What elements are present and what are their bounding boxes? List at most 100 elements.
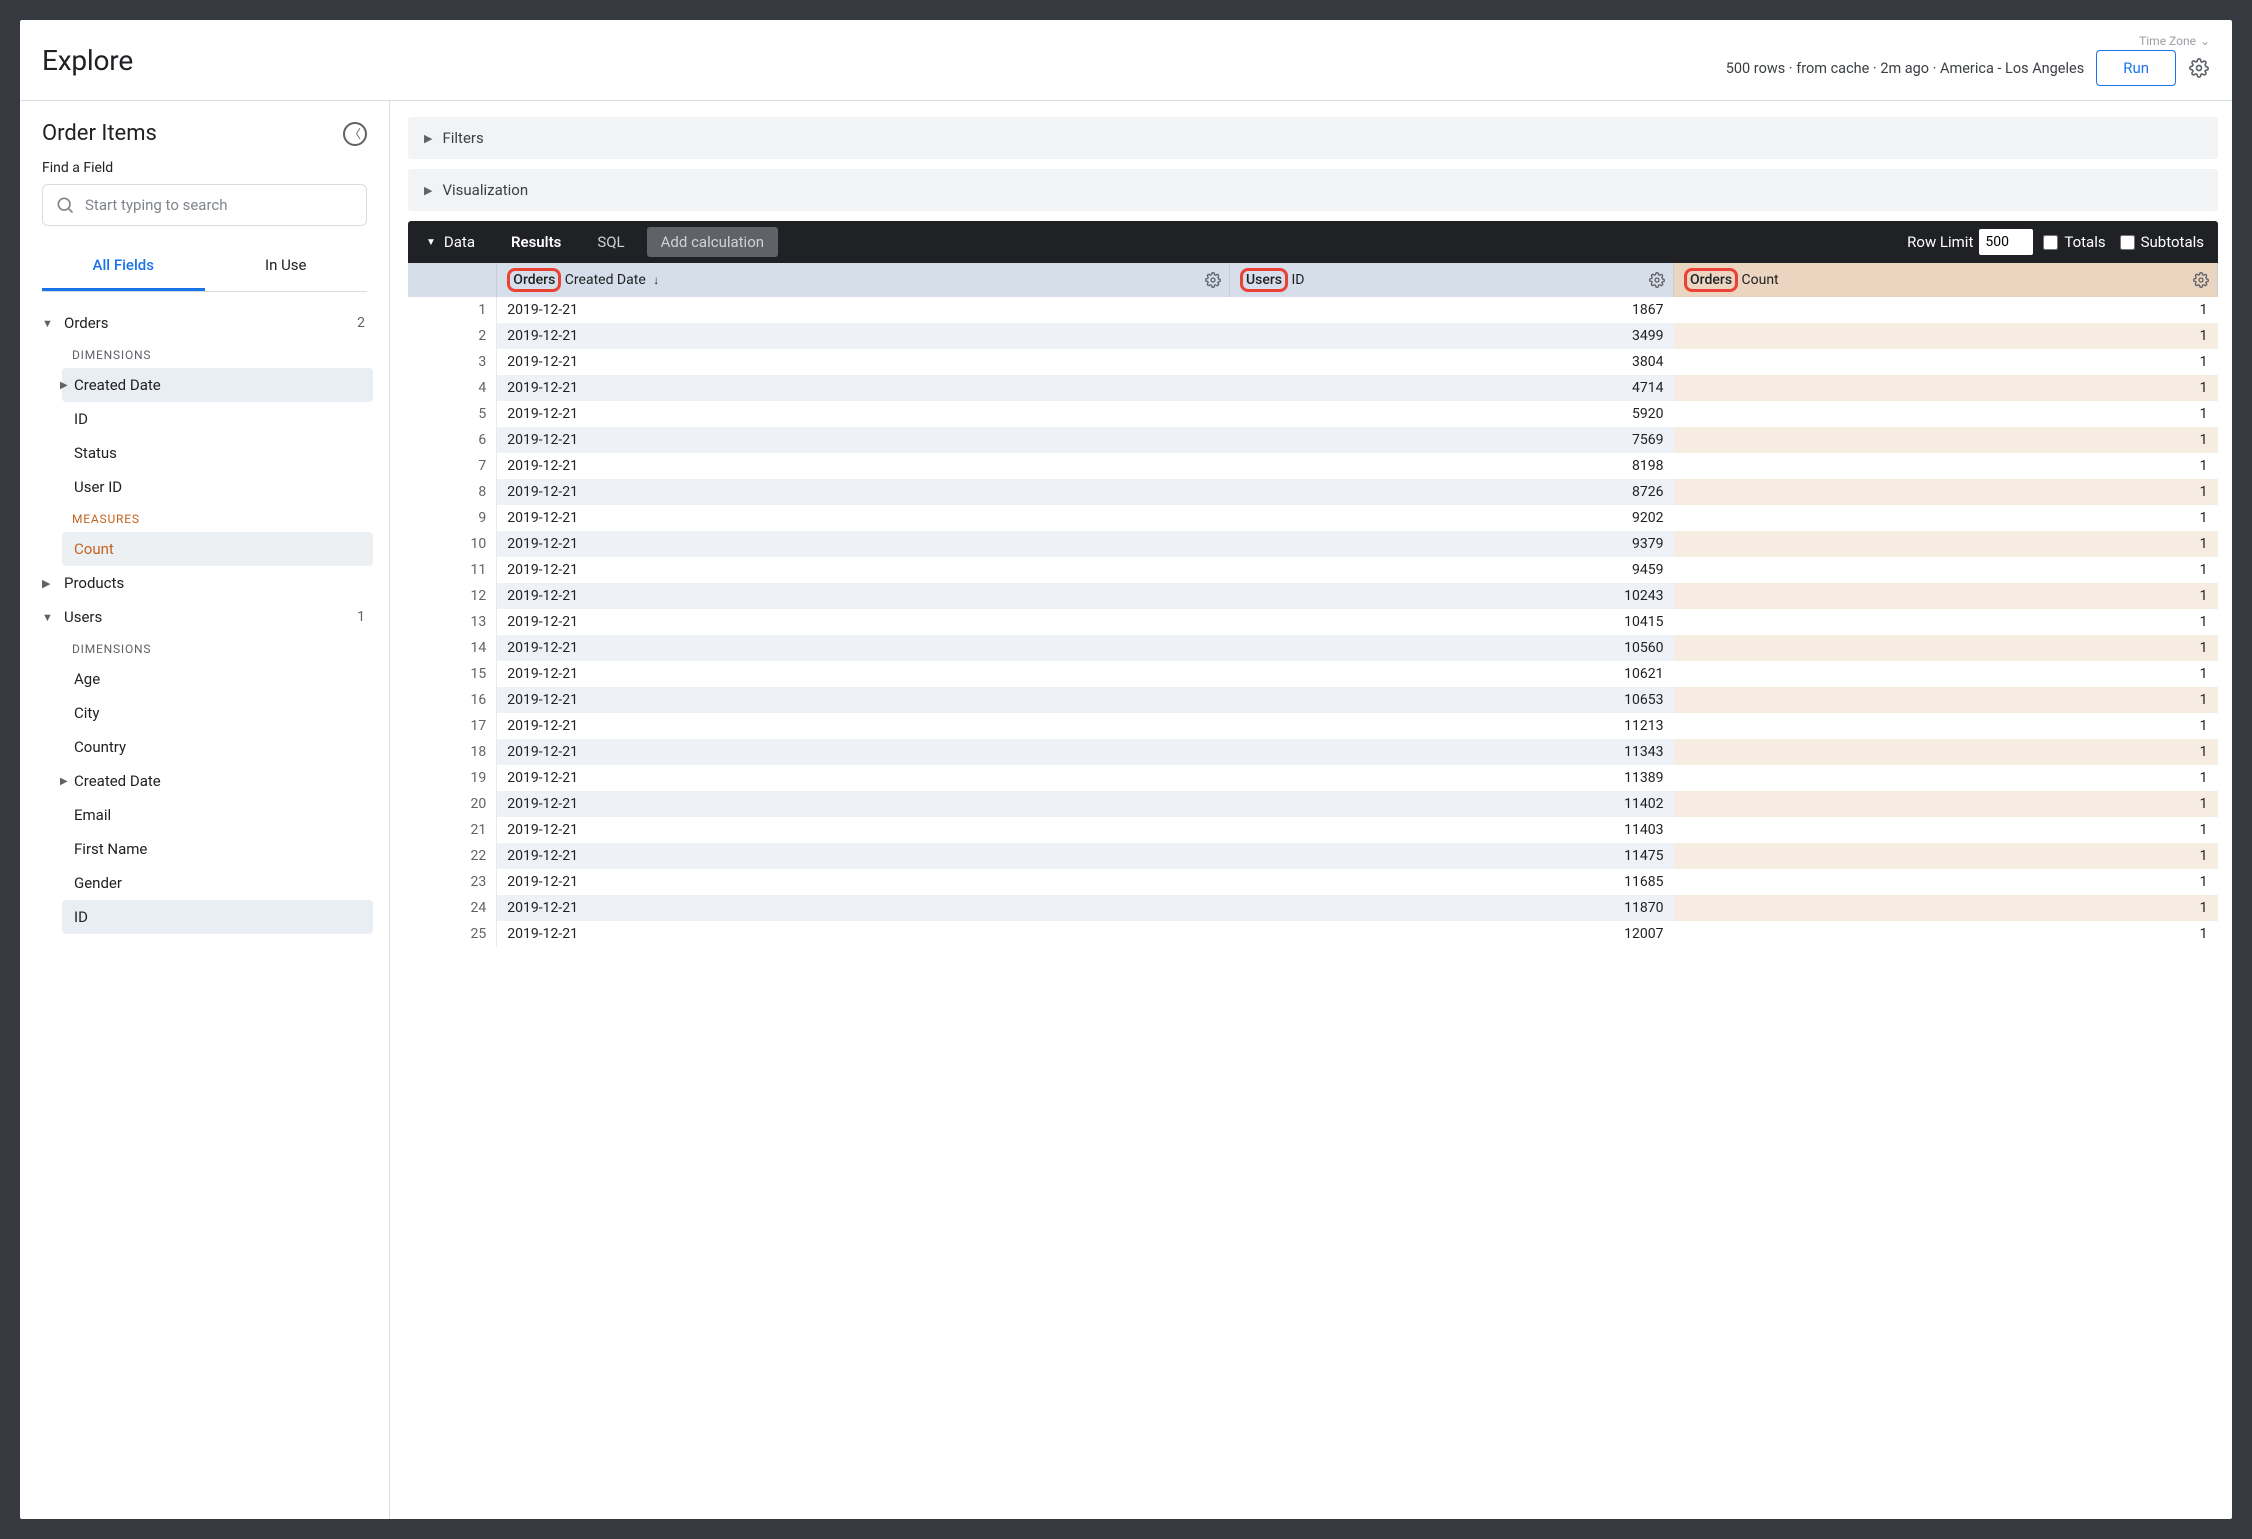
cell[interactable]: 11685	[1229, 869, 1673, 895]
cell[interactable]: 1	[1674, 791, 2218, 817]
cell[interactable]: 9379	[1229, 531, 1673, 557]
cell[interactable]: 2019-12-21	[497, 635, 1230, 661]
collapse-panel-button[interactable]: 〈	[343, 122, 367, 146]
tab-in-use[interactable]: In Use	[205, 244, 368, 291]
cell[interactable]: 7569	[1229, 427, 1673, 453]
cell[interactable]: 9202	[1229, 505, 1673, 531]
cell[interactable]: 1	[1674, 765, 2218, 791]
visualization-section[interactable]: ▶ Visualization	[408, 169, 2218, 211]
table-row[interactable]: 122019-12-21102431	[408, 583, 2218, 609]
cell[interactable]: 2019-12-21	[497, 479, 1230, 505]
field-status[interactable]: Status	[62, 436, 373, 470]
column-header-orders-created-date[interactable]: Orders Created Date ↓	[497, 263, 1230, 297]
table-row[interactable]: 132019-12-21104151	[408, 609, 2218, 635]
cell[interactable]: 5920	[1229, 401, 1673, 427]
cell[interactable]: 1	[1674, 713, 2218, 739]
field-created-date[interactable]: ▶Created Date	[62, 764, 373, 798]
table-row[interactable]: 202019-12-21114021	[408, 791, 2218, 817]
cell[interactable]: 2019-12-21	[497, 609, 1230, 635]
cell[interactable]: 2019-12-21	[497, 661, 1230, 687]
field-gender[interactable]: Gender	[62, 866, 373, 900]
run-button[interactable]: Run	[2096, 50, 2176, 86]
subtotals-toggle[interactable]: Subtotals	[2120, 233, 2204, 251]
field-city[interactable]: City	[62, 696, 373, 730]
field-list[interactable]: ▼Orders2DIMENSIONS▶Created DateIDStatusU…	[20, 302, 389, 1519]
cell[interactable]: 10621	[1229, 661, 1673, 687]
cell[interactable]: 1	[1674, 843, 2218, 869]
cell[interactable]: 1	[1674, 557, 2218, 583]
cell[interactable]: 2019-12-21	[497, 401, 1230, 427]
field-user-id[interactable]: User ID	[62, 470, 373, 504]
table-row[interactable]: 242019-12-21118701	[408, 895, 2218, 921]
totals-checkbox[interactable]	[2043, 235, 2058, 250]
field-first-name[interactable]: First Name	[62, 832, 373, 866]
field-id[interactable]: ID	[62, 900, 373, 934]
cell[interactable]: 2019-12-21	[497, 297, 1230, 323]
cell[interactable]: 2019-12-21	[497, 921, 1230, 947]
cell[interactable]: 11870	[1229, 895, 1673, 921]
cell[interactable]: 1	[1674, 609, 2218, 635]
cell[interactable]: 11403	[1229, 817, 1673, 843]
table-row[interactable]: 212019-12-21114031	[408, 817, 2218, 843]
group-users[interactable]: ▼Users1	[20, 600, 383, 634]
column-menu-button[interactable]	[2193, 272, 2209, 288]
cell[interactable]: 1	[1674, 401, 2218, 427]
field-created-date[interactable]: ▶Created Date	[62, 368, 373, 402]
search-field-wrapper[interactable]	[42, 184, 367, 226]
table-row[interactable]: 172019-12-21112131	[408, 713, 2218, 739]
table-row[interactable]: 32019-12-2138041	[408, 349, 2218, 375]
cell[interactable]: 2019-12-21	[497, 869, 1230, 895]
cell[interactable]: 2019-12-21	[497, 843, 1230, 869]
cell[interactable]: 2019-12-21	[497, 791, 1230, 817]
field-id[interactable]: ID	[62, 402, 373, 436]
cell[interactable]: 1	[1674, 505, 2218, 531]
cell[interactable]: 2019-12-21	[497, 583, 1230, 609]
cell[interactable]: 11475	[1229, 843, 1673, 869]
cell[interactable]: 2019-12-21	[497, 349, 1230, 375]
cell[interactable]: 1	[1674, 687, 2218, 713]
cell[interactable]: 11343	[1229, 739, 1673, 765]
cell[interactable]: 1	[1674, 921, 2218, 947]
cell[interactable]: 11389	[1229, 765, 1673, 791]
column-header-users-id[interactable]: Users ID	[1229, 263, 1673, 297]
table-row[interactable]: 142019-12-21105601	[408, 635, 2218, 661]
cell[interactable]: 2019-12-21	[497, 375, 1230, 401]
cell[interactable]: 1	[1674, 869, 2218, 895]
cell[interactable]: 2019-12-21	[497, 895, 1230, 921]
cell[interactable]: 3499	[1229, 323, 1673, 349]
cell[interactable]: 8726	[1229, 479, 1673, 505]
cell[interactable]: 12007	[1229, 921, 1673, 947]
cell[interactable]: 1	[1674, 297, 2218, 323]
field-email[interactable]: Email	[62, 798, 373, 832]
cell[interactable]: 11213	[1229, 713, 1673, 739]
column-menu-button[interactable]	[1649, 272, 1665, 288]
data-section-toggle[interactable]: ▼ Data	[408, 221, 493, 263]
table-row[interactable]: 222019-12-21114751	[408, 843, 2218, 869]
cell[interactable]: 1	[1674, 427, 2218, 453]
cell[interactable]: 1	[1674, 349, 2218, 375]
cell[interactable]: 1	[1674, 739, 2218, 765]
search-input[interactable]	[85, 196, 354, 214]
cell[interactable]: 2019-12-21	[497, 453, 1230, 479]
table-row[interactable]: 252019-12-21120071	[408, 921, 2218, 947]
cell[interactable]: 2019-12-21	[497, 531, 1230, 557]
cell[interactable]: 1867	[1229, 297, 1673, 323]
group-orders[interactable]: ▼Orders2	[20, 306, 383, 340]
tab-all-fields[interactable]: All Fields	[42, 244, 205, 291]
table-row[interactable]: 42019-12-2147141	[408, 375, 2218, 401]
cell[interactable]: 1	[1674, 635, 2218, 661]
table-row[interactable]: 182019-12-21113431	[408, 739, 2218, 765]
table-row[interactable]: 12019-12-2118671	[408, 297, 2218, 323]
table-row[interactable]: 112019-12-2194591	[408, 557, 2218, 583]
cell[interactable]: 1	[1674, 453, 2218, 479]
cell[interactable]: 1	[1674, 479, 2218, 505]
cell[interactable]: 2019-12-21	[497, 505, 1230, 531]
column-menu-button[interactable]	[1205, 272, 1221, 288]
group-products[interactable]: ▶Products	[20, 566, 383, 600]
cell[interactable]: 2019-12-21	[497, 713, 1230, 739]
table-row[interactable]: 152019-12-21106211	[408, 661, 2218, 687]
table-row[interactable]: 232019-12-21116851	[408, 869, 2218, 895]
cell[interactable]: 1	[1674, 895, 2218, 921]
cell[interactable]: 2019-12-21	[497, 323, 1230, 349]
cell[interactable]: 10653	[1229, 687, 1673, 713]
